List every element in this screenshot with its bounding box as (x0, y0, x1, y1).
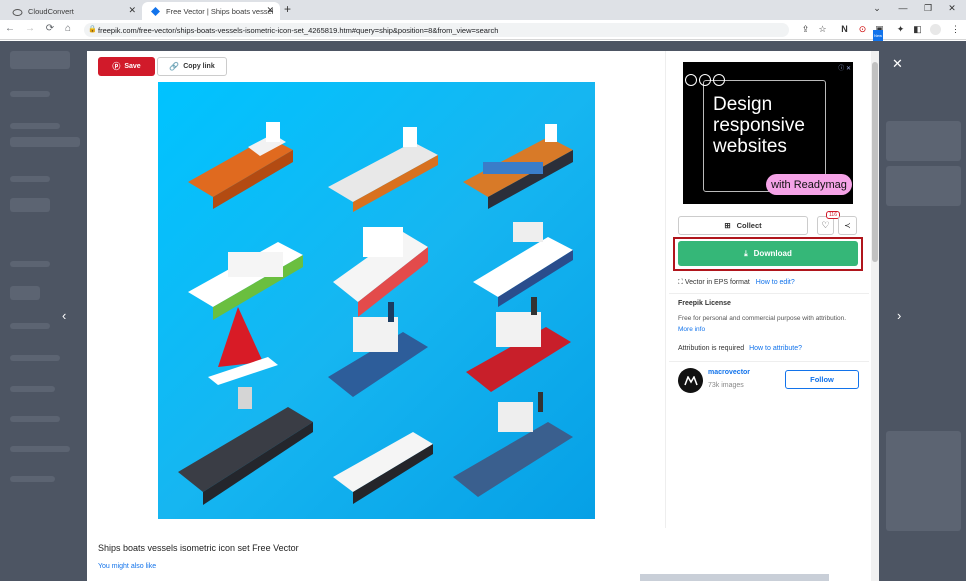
chevron-down-icon[interactable]: ⌄ (870, 3, 884, 14)
yacht (473, 222, 573, 307)
previous-arrow-icon[interactable]: ‹ (62, 308, 66, 323)
tugboat (333, 432, 433, 504)
image-detail-modal: ⓟ Save 🔗 Copy link ⓘ ✕ Design responsive… (87, 51, 871, 581)
format-info: ⛶ Vector in EPS format How to edit? (678, 279, 795, 287)
reload-icon[interactable]: ⟳ (44, 23, 56, 34)
sidepanel-icon[interactable]: ◧ (912, 24, 923, 35)
minimize-icon[interactable]: — (896, 3, 910, 13)
save-button[interactable]: ⓟ Save (98, 57, 155, 76)
tab-title: Free Vector | Ships boats vessel (166, 6, 274, 16)
license-text-block: Free for personal and commercial purpose… (678, 313, 848, 335)
bookmark-star-icon[interactable]: ☆ (817, 24, 828, 35)
pinterest-icon: ⓟ (112, 62, 121, 71)
download-button[interactable]: ⤓ Download (678, 241, 858, 266)
download-icon: ⤓ (744, 248, 748, 258)
lock-icon: 🔒 (88, 26, 97, 33)
ad-circle (713, 74, 725, 86)
divider (669, 293, 869, 294)
how-to-attribute-link[interactable]: How to attribute? (749, 345, 802, 352)
container-ship (463, 124, 573, 209)
next-arrow-icon[interactable]: › (897, 308, 901, 323)
back-icon[interactable]: ← (4, 23, 16, 34)
share-button[interactable]: ≺ (838, 216, 857, 235)
divider (669, 361, 869, 362)
attribution-row: Attribution is required How to attribute… (678, 345, 802, 352)
ad-choices-icon[interactable]: ⓘ ✕ (838, 63, 851, 72)
vector-preview-image[interactable] (158, 82, 595, 519)
follow-button[interactable]: Follow (785, 370, 859, 389)
url-text: freepik.com/free-vector/ships-boats-vess… (98, 25, 499, 35)
related-thumbnail[interactable] (640, 574, 829, 581)
forward-icon[interactable]: → (24, 23, 36, 34)
tab-cloudconvert[interactable]: CloudConvert ✕ (4, 2, 142, 20)
tab-title: CloudConvert (28, 6, 74, 16)
heart-icon: ♡ (821, 220, 830, 230)
extension-icon[interactable]: N (839, 24, 850, 35)
close-icon[interactable]: ✕ (266, 5, 274, 16)
collect-label: Collect (736, 221, 762, 230)
cloud-icon (12, 6, 23, 17)
ad-cta[interactable]: with Readymag (766, 174, 852, 195)
license-text: Free for personal and commercial purpose… (678, 315, 846, 322)
share-icon[interactable]: ⇪ (800, 24, 811, 35)
image-caption: Ships boats vessels isometric icon set F… (98, 543, 299, 553)
vector-format-icon: ⛶ (678, 279, 683, 286)
ad-headline: Design responsive websites (713, 94, 805, 157)
extension-new-icon[interactable]: New ▣ (873, 24, 885, 41)
cruise-ship-white (333, 227, 428, 317)
patrol-boat (453, 392, 573, 497)
folder-plus-icon: ⊞ (724, 221, 731, 230)
home-icon[interactable]: ⌂ (62, 23, 74, 34)
aircraft-carrier (178, 387, 313, 505)
cargo-ship-orange (188, 122, 293, 209)
cargo-ship-white (328, 127, 438, 212)
copy-link-label: Copy link (183, 63, 215, 70)
sailboat (208, 307, 278, 385)
format-text: Vector in EPS format (684, 279, 750, 286)
freepik-icon (150, 6, 161, 17)
new-tab-button[interactable]: + (284, 2, 291, 16)
license-title: Freepik License (678, 300, 731, 307)
share-icon: ≺ (844, 221, 851, 230)
restore-icon[interactable]: ❐ (921, 3, 935, 14)
collect-button[interactable]: ⊞ Collect (678, 216, 808, 235)
new-badge: New (873, 30, 884, 41)
download-label: Download (753, 249, 792, 258)
tab-strip: CloudConvert ✕ Free Vector | Ships boats… (0, 0, 966, 20)
link-icon: 🔗 (169, 62, 180, 71)
puzzle-icon[interactable]: ✦ (895, 24, 906, 35)
ad-circle (685, 74, 697, 86)
address-bar-row: ← → ⟳ ⌂ 🔒 freepik.com/free-vector/ships-… (0, 20, 966, 41)
avatar[interactable] (930, 24, 941, 35)
window-close-icon[interactable]: ✕ (945, 3, 959, 14)
url-field[interactable]: 🔒 freepik.com/free-vector/ships-boats-ve… (84, 23, 789, 37)
you-might-also-like-heading: You might also like (98, 563, 157, 570)
ad-circle (699, 74, 711, 86)
close-icon[interactable]: ✕ (128, 5, 136, 16)
copy-link-button[interactable]: 🔗 Copy link (157, 57, 227, 76)
research-vessel (328, 302, 428, 397)
modal-scrollbar-thumb[interactable] (872, 62, 878, 262)
attribution-text: Attribution is required (678, 345, 745, 352)
close-modal-icon[interactable]: ✕ (892, 56, 903, 72)
advertisement[interactable]: ⓘ ✕ Design responsive websites with Read… (683, 62, 853, 204)
author-images: 73k images (708, 382, 744, 389)
menu-icon[interactable]: ⋮ (950, 24, 961, 35)
author-avatar[interactable] (678, 368, 703, 393)
pinterest-icon[interactable]: ⊙ (857, 24, 868, 35)
author-name[interactable]: macrovector (708, 369, 750, 376)
how-to-edit-link[interactable]: How to edit? (756, 279, 795, 286)
save-label: Save (124, 63, 141, 70)
tab-freepik[interactable]: Free Vector | Ships boats vessel ✕ (142, 2, 280, 20)
cruise-ship-green (188, 242, 303, 320)
fishing-vessel (466, 297, 571, 392)
more-info-link[interactable]: More info (678, 326, 705, 333)
